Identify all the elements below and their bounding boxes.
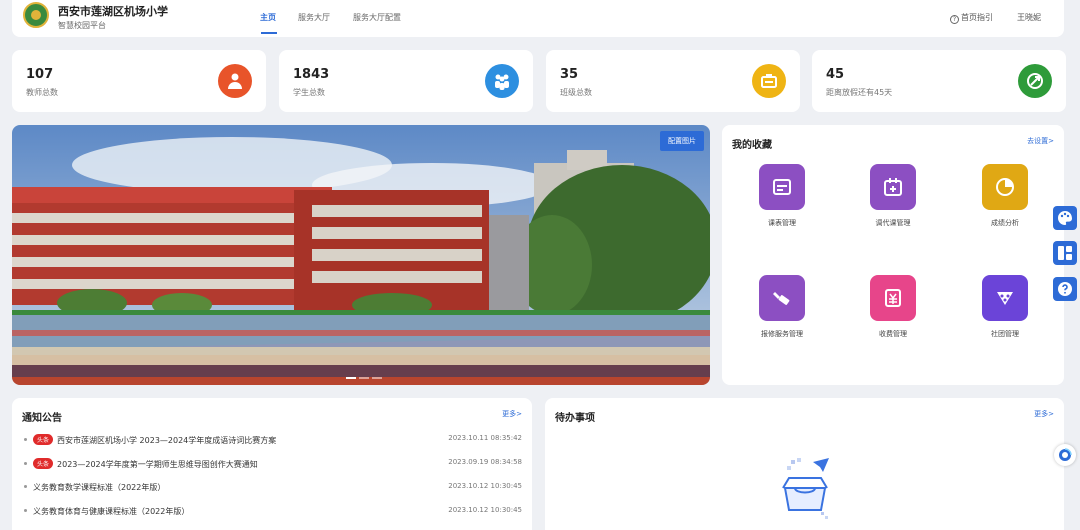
headline-badge: 头条 [33, 458, 54, 469]
favorite-clubs[interactable]: 社团管理 [965, 275, 1045, 339]
layout-button[interactable] [1053, 241, 1077, 265]
stat-card-vacation: 45 距离放假还有45天 [812, 50, 1066, 112]
notice-date: 2023.09.19 08:34:58 [448, 458, 522, 466]
carousel-indicators [346, 377, 382, 379]
school-logo [23, 2, 49, 28]
notices-title: 通知公告 [22, 413, 62, 424]
todo-more-link[interactable]: 更多> [1034, 409, 1054, 419]
todo-panel: 待办事项 更多> [545, 398, 1064, 530]
homepage-guide-link[interactable]: ? 首页指引 [950, 12, 993, 24]
nav-tab-service-hall-config[interactable]: 服务大厅配置 [353, 12, 401, 23]
favorites-panel: 我的收藏 去设置> 课表管理 调代课管理 成绩分析 报修服务管理 收费管理 社团… [722, 125, 1064, 385]
carousel-dot[interactable] [359, 377, 369, 379]
school-name: 西安市莲湖区机场小学 [58, 5, 168, 18]
notice-item[interactable]: 义务教育体育与健康课程标准（2022年版） 2023.10.12 10:30:4… [24, 506, 522, 522]
notices-more-link[interactable]: 更多> [502, 409, 522, 419]
theme-palette-icon [1058, 211, 1072, 225]
stat-label: 教师总数 [26, 88, 58, 97]
carousel-dot[interactable] [372, 377, 382, 379]
empty-inbox-illustration [782, 458, 829, 519]
teacher-icon [218, 64, 252, 98]
stat-card-teachers: 107 教师总数 [12, 50, 266, 112]
stat-value: 35 [560, 67, 579, 82]
favorite-label: 成绩分析 [991, 219, 1019, 227]
pie-chart-icon [982, 164, 1028, 210]
stat-value: 1843 [293, 67, 330, 82]
notices-panel: 通知公告 更多> 头条 西安市莲湖区机场小学 2023—2024学年度成语诗词比赛… [12, 398, 532, 530]
help-button[interactable] [1053, 277, 1077, 301]
campus-photo [12, 125, 710, 385]
stat-card-students: 1843 学生总数 [279, 50, 533, 112]
bullet [24, 485, 27, 488]
headline-badge: 头条 [33, 434, 54, 445]
configure-images-button[interactable]: 配置图片 [660, 131, 704, 151]
stat-label: 班级总数 [560, 88, 592, 97]
platform-name: 智慧校园平台 [58, 21, 106, 30]
active-tab-indicator [261, 32, 277, 34]
repair-icon [759, 275, 805, 321]
substitute-calendar-icon [870, 164, 916, 210]
notice-title: 西安市莲湖区机场小学 2023—2024学年度成语诗词比赛方案 [57, 436, 277, 445]
homepage-guide-label: 首页指引 [961, 13, 993, 22]
students-icon [485, 64, 519, 98]
favorite-label: 课表管理 [768, 219, 796, 227]
notice-title: 2023—2024学年度第一学期师生思维导图创作大赛通知 [57, 460, 258, 469]
stat-value: 45 [826, 67, 845, 82]
favorite-grade-analysis[interactable]: 成绩分析 [965, 164, 1045, 228]
nav-tab-service-hall[interactable]: 服务大厅 [298, 12, 330, 23]
vacation-icon [1018, 64, 1052, 98]
fee-icon [870, 275, 916, 321]
campus-banner: 配置图片 [12, 125, 710, 385]
theme-palette-button[interactable] [1053, 206, 1077, 230]
notice-item[interactable]: 头条 西安市莲湖区机场小学 2023—2024学年度成语诗词比赛方案 2023.1… [24, 434, 522, 450]
notice-item[interactable]: 义务教育数学课程标准（2022年版） 2023.10.12 10:30:45 [24, 482, 522, 498]
class-icon [752, 64, 786, 98]
favorite-label: 收费管理 [879, 330, 907, 338]
bullet [24, 438, 27, 441]
help-icon [1058, 282, 1072, 296]
notice-date: 2023.10.11 08:35:42 [448, 434, 522, 442]
question-circle-icon: ? [950, 15, 959, 24]
notice-title: 义务教育体育与健康课程标准（2022年版） [33, 507, 190, 516]
notice-title: 义务教育数学课程标准（2022年版） [33, 483, 166, 492]
favorite-label: 报修服务管理 [761, 330, 803, 338]
nav-tab-home[interactable]: 主页 [260, 12, 276, 23]
favorite-label: 社团管理 [991, 330, 1019, 338]
favorite-repair[interactable]: 报修服务管理 [742, 275, 822, 339]
stat-label: 距离放假还有45天 [826, 88, 893, 97]
schedule-icon [759, 164, 805, 210]
favorite-label: 调代课管理 [875, 219, 911, 227]
todo-title: 待办事项 [555, 413, 595, 424]
stat-label: 学生总数 [293, 88, 325, 97]
favorite-substitute[interactable]: 调代课管理 [853, 164, 933, 228]
stat-card-classes: 35 班级总数 [546, 50, 800, 112]
stat-value: 107 [26, 67, 54, 82]
user-name[interactable]: 王晓妮 [1017, 12, 1041, 23]
notice-item[interactable]: 头条 2023—2024学年度第一学期师生思维导图创作大赛通知 2023.09.1… [24, 458, 522, 474]
bullet [24, 462, 27, 465]
club-icon [982, 275, 1028, 321]
favorites-settings-link[interactable]: 去设置> [1027, 136, 1054, 146]
notice-date: 2023.10.12 10:30:45 [448, 482, 522, 490]
notice-date: 2023.10.12 10:30:45 [448, 506, 522, 514]
bullet [24, 509, 27, 512]
assistant-icon [1059, 448, 1072, 461]
favorites-title: 我的收藏 [732, 140, 772, 151]
favorite-fees[interactable]: 收费管理 [853, 275, 933, 339]
top-header: 西安市莲湖区机场小学 智慧校园平台 主页 服务大厅 服务大厅配置 ? 首页指引 王… [12, 0, 1064, 37]
assistant-button[interactable] [1054, 444, 1076, 466]
layout-icon [1058, 246, 1072, 260]
carousel-dot[interactable] [346, 377, 356, 379]
favorite-schedule[interactable]: 课表管理 [742, 164, 822, 228]
